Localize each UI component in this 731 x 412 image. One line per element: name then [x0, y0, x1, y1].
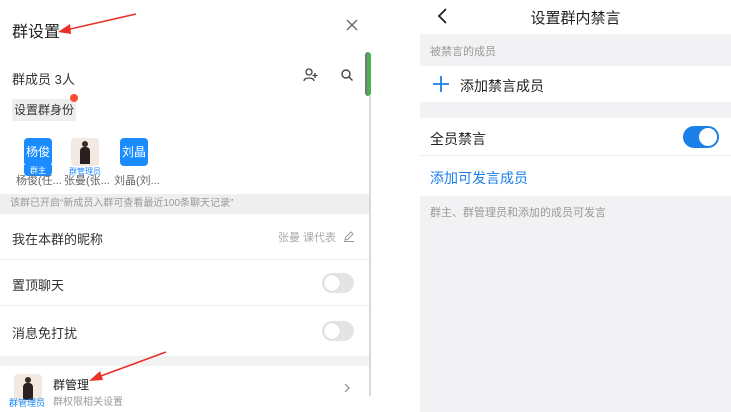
plus-icon — [433, 76, 449, 92]
add-speaking-member-link[interactable]: 添加可发言成员 — [430, 168, 528, 188]
pin-chat-row: 置顶聊天 — [0, 260, 369, 306]
group-management-subtitle: 群权限相关设置 — [53, 397, 123, 408]
notification-dot — [70, 94, 78, 102]
mute-notify-label: 消息免打扰 — [12, 326, 78, 341]
avatar — [71, 138, 99, 166]
set-group-role-button[interactable]: 设置群身份 — [12, 99, 76, 121]
mute-notify-row: 消息免打扰 — [0, 308, 369, 354]
group-management-row[interactable]: 群管理员 群管理 群权限相关设置 — [0, 366, 369, 412]
mute-notify-toggle[interactable] — [322, 321, 354, 341]
nickname-label: 我在本群的昵称 — [12, 232, 104, 247]
admin-role-tag: 群管理员 — [9, 398, 46, 408]
header: 设置群内禁言 — [420, 0, 731, 34]
nickname-value: 张曼 课代表 — [278, 232, 337, 244]
avatar: 刘晶 — [120, 138, 148, 166]
member-name: 杨俊(任... — [16, 175, 62, 187]
pin-chat-label: 置顶聊天 — [12, 278, 65, 293]
member-name: 张曼(张... — [64, 175, 110, 187]
section-divider — [0, 356, 369, 366]
group-management-title: 群管理 — [53, 378, 90, 392]
nickname-row[interactable]: 我在本群的昵称 张曼 课代表 — [0, 214, 369, 260]
scrollbar-thumb[interactable] — [365, 52, 371, 96]
member-name: 刘晶(刘... — [114, 175, 160, 187]
mute-note: 群主、群管理员和添加的成员可发言 — [430, 207, 606, 219]
page-title: 设置群内禁言 — [530, 10, 621, 27]
pin-chat-toggle[interactable] — [322, 273, 354, 293]
group-settings-panel: 群设置 群成员 3人 设置群身份 杨俊 群主 杨俊(任... 群管理员 张曼(张… — [0, 0, 380, 412]
mute-all-row: 全员禁言 — [420, 118, 731, 156]
mute-settings-panel: 设置群内禁言 被禁言的成员 添加禁言成员 全员禁言 添加可发言成员 群主、群管理… — [420, 0, 731, 412]
add-speaking-member-row[interactable]: 添加可发言成员 — [420, 156, 731, 196]
edit-icon[interactable] — [343, 230, 355, 242]
search-icon[interactable] — [340, 68, 354, 82]
muted-members-section-label: 被禁言的成员 — [430, 46, 496, 58]
add-person-icon[interactable] — [303, 67, 319, 83]
close-icon[interactable] — [344, 17, 360, 33]
add-muted-member-label: 添加禁言成员 — [460, 78, 544, 94]
add-muted-member-row[interactable]: 添加禁言成员 — [420, 66, 731, 102]
members-count-label: 群成员 3人 — [12, 72, 75, 87]
chevron-right-icon — [344, 383, 350, 393]
scrollbar-track — [369, 96, 371, 396]
group-settings-title: 群设置 — [12, 24, 61, 41]
mute-all-toggle[interactable] — [683, 126, 719, 148]
avatar: 杨俊 — [24, 138, 52, 166]
history-notice-bar: 该群已开启“新成员入群可查看最近100条聊天记录” — [0, 194, 369, 214]
mute-all-label: 全员禁言 — [430, 131, 486, 147]
